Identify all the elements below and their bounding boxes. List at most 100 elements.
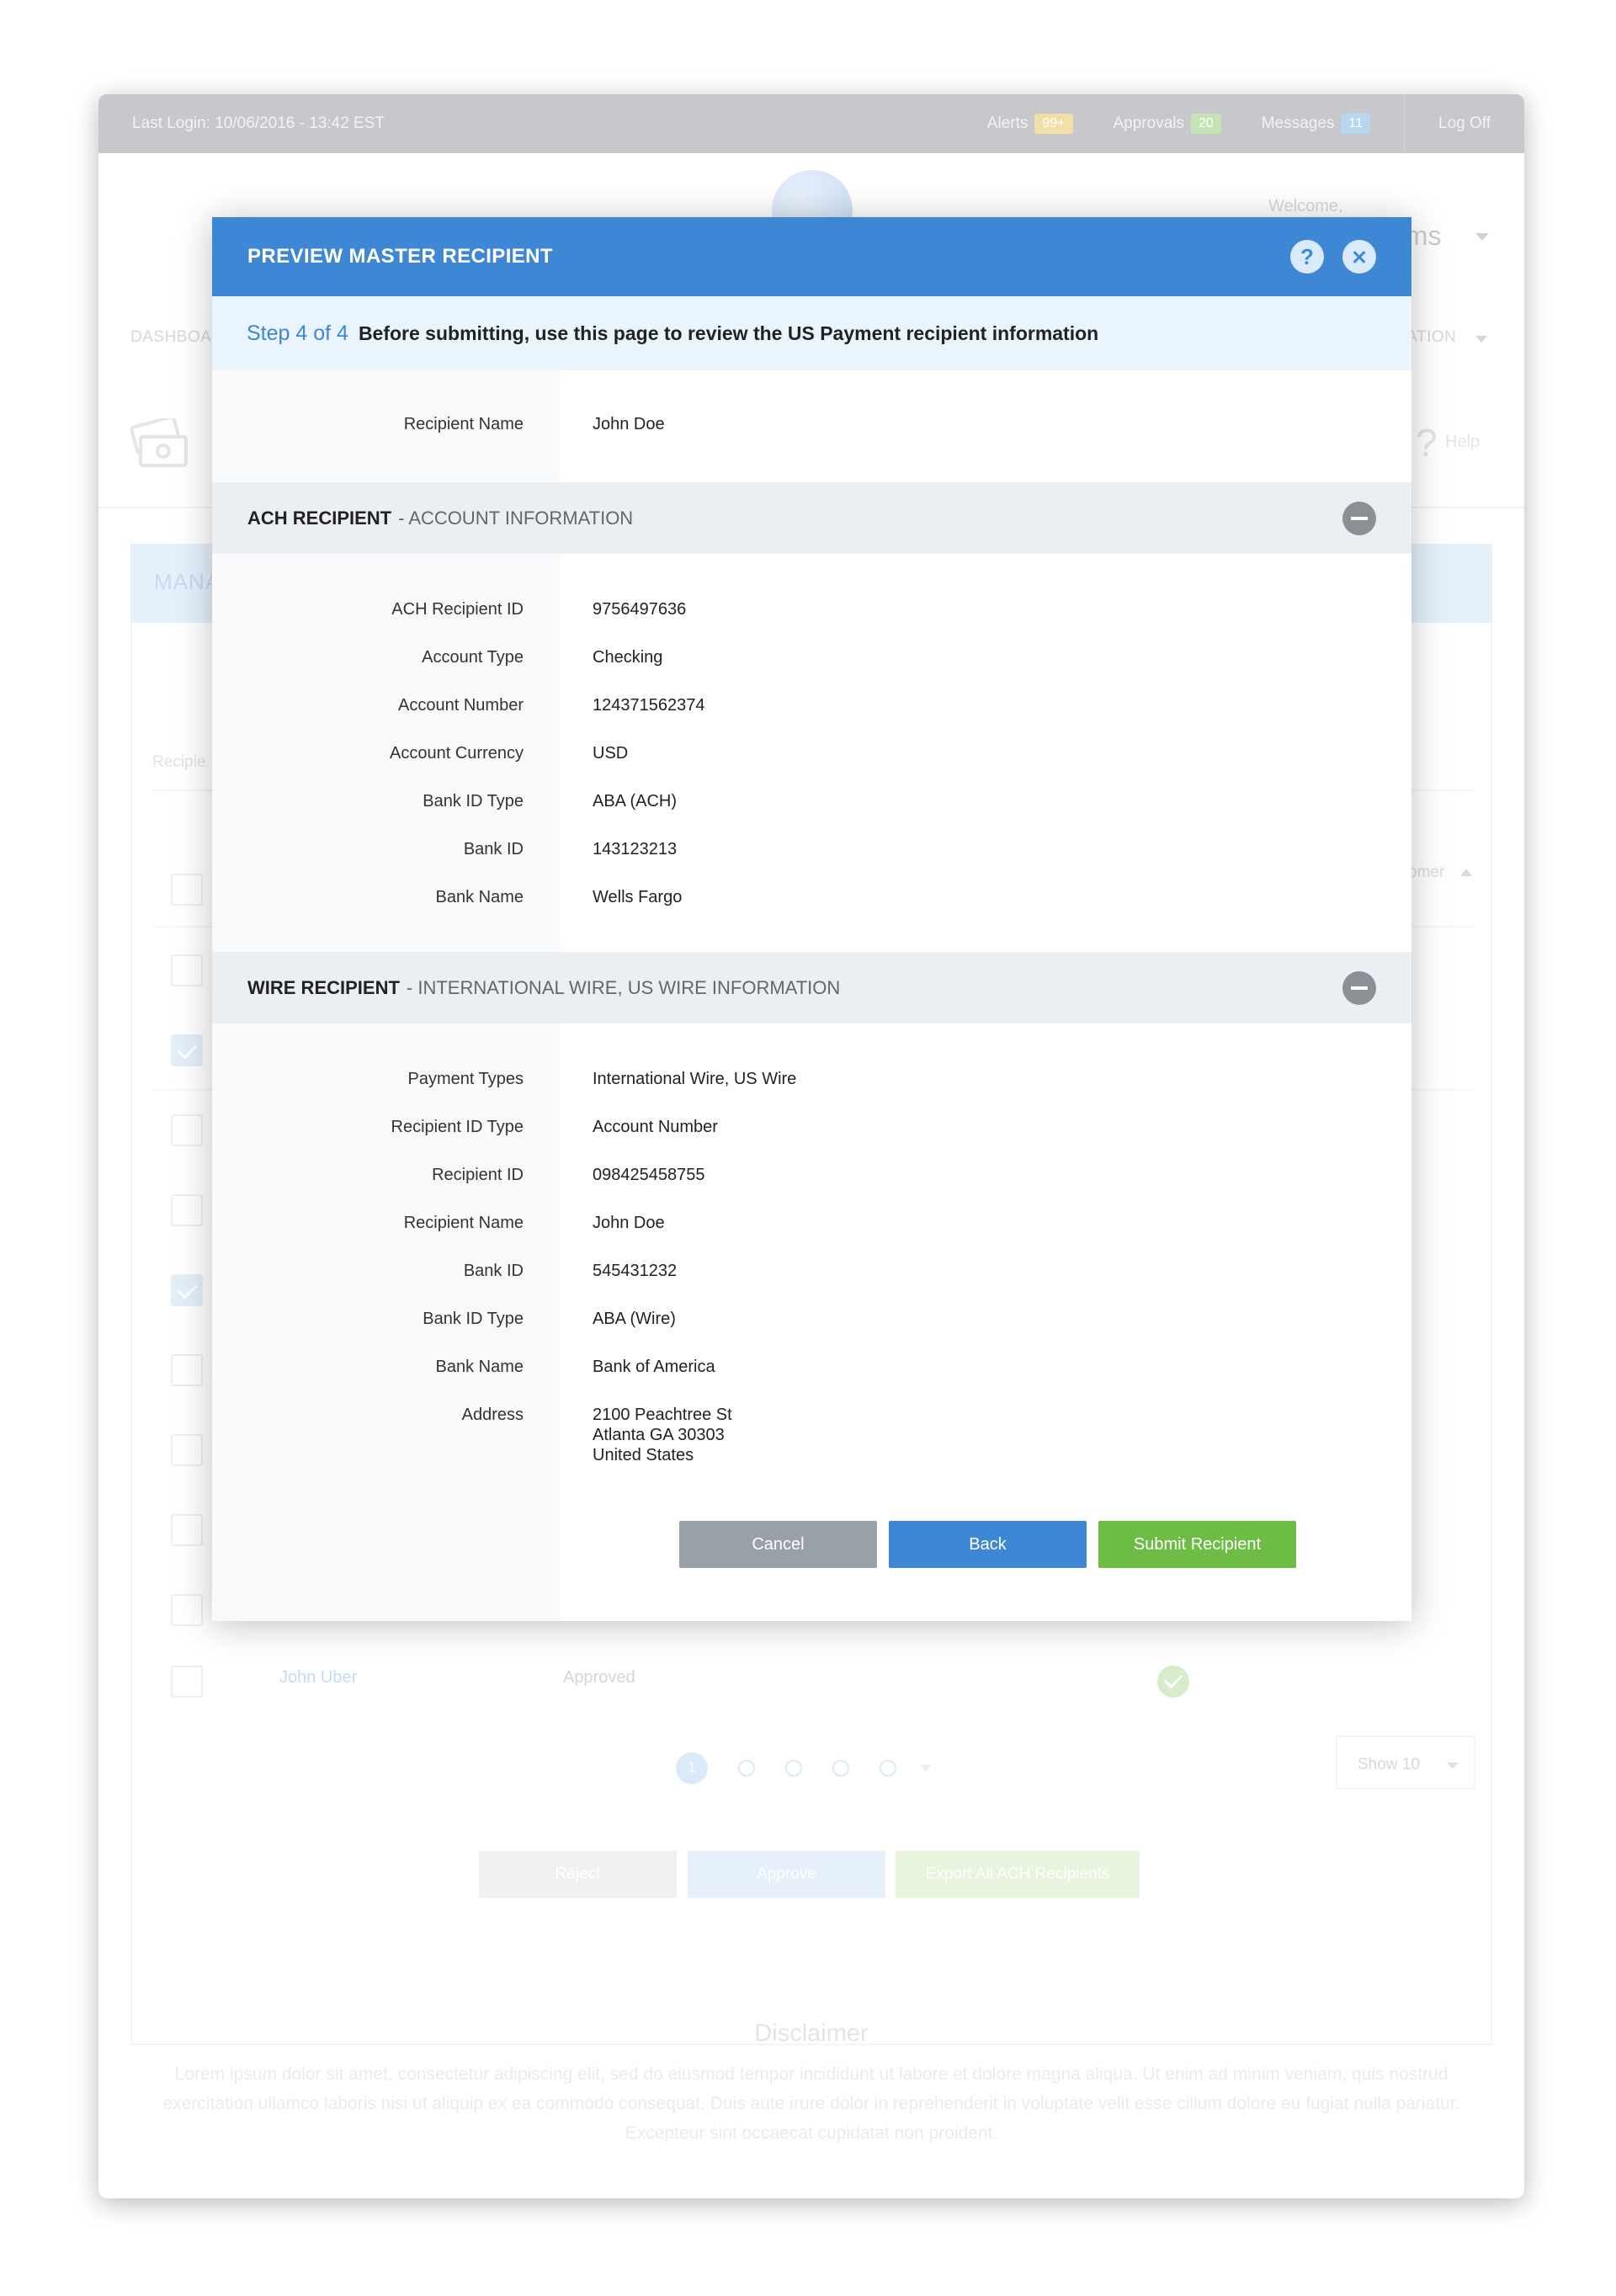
money-icon xyxy=(130,418,188,467)
pagination: 1 xyxy=(676,1752,932,1784)
row-checkbox[interactable] xyxy=(171,1114,203,1146)
nav-chevron-down-icon[interactable] xyxy=(1475,336,1487,343)
approve-button[interactable]: Approve xyxy=(688,1851,885,1898)
alerts-badge: 99+ xyxy=(1034,114,1073,134)
row-checkbox[interactable] xyxy=(171,1666,203,1698)
collapse-icon[interactable] xyxy=(1342,501,1376,535)
messages-link[interactable]: Messages 11 xyxy=(1261,114,1371,134)
export-button[interactable]: Export All ACH Recipients xyxy=(896,1851,1140,1898)
nav-item-dashboard[interactable]: DASHBOA xyxy=(130,328,211,347)
field-label: Account Type xyxy=(422,648,524,667)
field-label: Address xyxy=(461,1406,524,1424)
top-bar: Last Login: 10/06/2016 - 13:42 EST Alert… xyxy=(98,94,1524,153)
field-value: USD xyxy=(593,744,629,763)
logoff-link[interactable]: Log Off xyxy=(1438,114,1491,133)
modal-actions: Cancel Back Submit Recipient xyxy=(679,1521,1296,1568)
page-dot[interactable] xyxy=(738,1760,755,1777)
detail-row: Account Currency USD xyxy=(212,743,1411,763)
step-description: Before submitting, use this page to revi… xyxy=(358,322,1099,344)
step-banner: Step 4 of 4 Before submitting, use this … xyxy=(212,296,1411,370)
chevron-down-icon xyxy=(1447,1762,1459,1769)
page-dot[interactable] xyxy=(785,1760,802,1777)
help-icon[interactable]: ? xyxy=(1290,240,1324,274)
collapse-icon[interactable] xyxy=(1342,970,1376,1005)
field-label: Recipient ID Type xyxy=(391,1118,524,1136)
messages-badge: 11 xyxy=(1341,114,1371,134)
row-checkbox[interactable] xyxy=(171,1594,203,1626)
section-title: WIRE RECIPIENT xyxy=(247,976,400,998)
user-menu-chevron-down-icon[interactable] xyxy=(1475,233,1489,241)
field-value: 143123213 xyxy=(593,840,678,858)
field-value: 124371562374 xyxy=(593,696,705,715)
field-label: Recipient Name xyxy=(403,415,524,433)
field-value: Checking xyxy=(593,648,663,667)
messages-label: Messages xyxy=(1261,114,1335,132)
recipient-filter-label: Recipie xyxy=(152,753,206,771)
reject-button[interactable]: Reject xyxy=(479,1851,677,1898)
field-value: John Doe xyxy=(593,1214,665,1232)
row-checkbox[interactable] xyxy=(171,1514,203,1546)
field-label: Bank Name xyxy=(435,888,524,906)
modal-header: PREVIEW MASTER RECIPIENT ? xyxy=(212,217,1411,296)
step-indicator: Step 4 of 4 xyxy=(247,321,348,345)
section-title: ACH RECIPIENT xyxy=(247,507,392,529)
row-checkbox[interactable] xyxy=(171,1194,203,1226)
help-icon[interactable]: ? xyxy=(1416,420,1438,465)
field-value: ABA (Wire) xyxy=(593,1310,676,1328)
page-button[interactable]: 1 xyxy=(676,1752,708,1784)
detail-row: Account Number 124371562374 xyxy=(212,695,1411,715)
field-label: Account Number xyxy=(398,696,524,715)
table-row-status: Approved xyxy=(563,1668,635,1687)
help-link[interactable]: Help xyxy=(1445,433,1480,452)
page-dot[interactable] xyxy=(880,1760,896,1777)
row-checkbox[interactable] xyxy=(171,1434,203,1466)
approvals-link[interactable]: Approvals 20 xyxy=(1114,114,1221,134)
sort-asc-icon[interactable] xyxy=(1460,869,1472,876)
detail-row: Bank Name Bank of America xyxy=(212,1357,1411,1377)
close-icon[interactable] xyxy=(1342,240,1376,274)
column-header-customer[interactable]: omer xyxy=(1408,864,1444,882)
detail-row: Bank ID 545431232 xyxy=(212,1261,1411,1281)
approved-check-icon xyxy=(1157,1666,1189,1698)
cancel-button[interactable]: Cancel xyxy=(679,1521,877,1568)
alerts-link[interactable]: Alerts 99+ xyxy=(987,114,1073,134)
field-label: Recipient Name xyxy=(403,1214,524,1232)
field-label: Bank Name xyxy=(435,1358,524,1376)
section-subtitle: - ACCOUNT INFORMATION xyxy=(398,507,634,529)
field-value: Wells Fargo xyxy=(593,888,683,906)
page-dot[interactable] xyxy=(832,1760,849,1777)
detail-row: Recipient Name John Doe xyxy=(212,414,1411,434)
ach-section-header[interactable]: ACH RECIPIENT - ACCOUNT INFORMATION xyxy=(212,482,1411,554)
field-value: Bank of America xyxy=(593,1358,715,1376)
field-label: ACH Recipient ID xyxy=(391,600,524,619)
detail-row: Address 2100 Peachtree St Atlanta GA 3030… xyxy=(212,1405,1411,1465)
recipient-name-section: Recipient Name John Doe xyxy=(212,370,1411,482)
detail-row: Payment Types International Wire, US Wire xyxy=(212,1069,1411,1089)
field-value: 098425458755 xyxy=(593,1166,705,1184)
field-label: Bank ID Type xyxy=(423,792,524,811)
alerts-label: Alerts xyxy=(986,114,1029,132)
detail-row: ACH Recipient ID 9756497636 xyxy=(212,599,1411,619)
row-checkbox[interactable] xyxy=(171,1274,203,1306)
detail-row: Account Type Checking xyxy=(212,647,1411,667)
row-checkbox[interactable] xyxy=(171,1034,203,1066)
ach-section: ACH Recipient ID 9756497636 Account Type Ch… xyxy=(212,554,1411,952)
chevron-down-icon[interactable] xyxy=(920,1765,932,1772)
field-value: 9756497636 xyxy=(593,600,687,619)
row-checkbox[interactable] xyxy=(171,1354,203,1386)
detail-row: Recipient Name John Doe xyxy=(212,1213,1411,1233)
submit-recipient-button[interactable]: Submit Recipient xyxy=(1098,1521,1296,1568)
approvals-label: Approvals xyxy=(1113,114,1185,132)
table-row-name-link[interactable]: John Uber xyxy=(279,1668,357,1687)
detail-row: Recipient ID Type Account Number xyxy=(212,1117,1411,1137)
row-checkbox[interactable] xyxy=(171,954,203,986)
field-value: 545431232 xyxy=(593,1262,678,1280)
section-subtitle: - INTERNATIONAL WIRE, US WIRE INFORMATIO… xyxy=(406,976,841,998)
wire-section-header[interactable]: WIRE RECIPIENT - INTERNATIONAL WIRE, US … xyxy=(212,952,1411,1023)
modal-title: PREVIEW MASTER RECIPIENT xyxy=(247,245,553,268)
field-label: Bank ID Type xyxy=(423,1310,524,1328)
select-all-checkbox[interactable] xyxy=(171,874,203,906)
field-value: International Wire, US Wire xyxy=(593,1070,797,1088)
wire-section: Payment Types International Wire, US Wire… xyxy=(212,1023,1411,1621)
back-button[interactable]: Back xyxy=(889,1521,1087,1568)
